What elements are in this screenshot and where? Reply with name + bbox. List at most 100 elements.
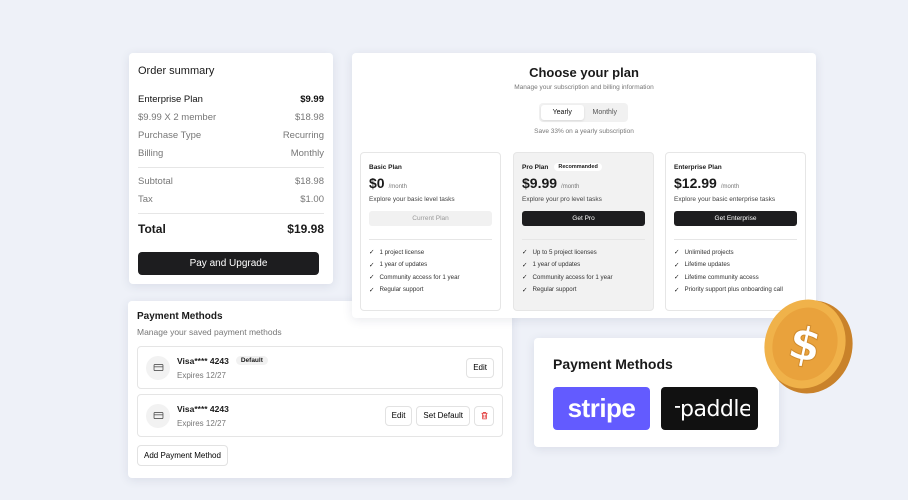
order-summary-card: Order summary Enterprise Plan $9.99 $9.9… bbox=[129, 53, 333, 284]
summary-label: Billing bbox=[138, 147, 164, 159]
providers-title: Payment Methods bbox=[553, 356, 673, 372]
tax-label: Tax bbox=[138, 193, 153, 205]
plans-subtitle: Manage your subscription and billing inf… bbox=[514, 84, 654, 91]
summary-label: Enterprise Plan bbox=[138, 93, 203, 105]
card-expiry: Expires 12/27 bbox=[177, 370, 226, 380]
plan-card-pro: Pro Plan Recommanded $9.99/month Explore … bbox=[513, 152, 654, 311]
check-icon: ✓ bbox=[522, 286, 528, 294]
dollar-coin-icon: $ bbox=[764, 299, 853, 394]
summary-value: Recurring bbox=[282, 129, 324, 141]
summary-row-purchase-type: Purchase Type Recurring bbox=[138, 126, 324, 144]
plan-feature: ✓ Regular support bbox=[369, 286, 424, 294]
check-icon: ✓ bbox=[369, 274, 375, 282]
divider bbox=[674, 239, 797, 240]
billing-period-toggle: Yearly Monthly bbox=[539, 103, 628, 122]
divider bbox=[138, 213, 324, 214]
check-icon: ✓ bbox=[674, 261, 680, 269]
summary-value: $9.99 bbox=[300, 93, 324, 105]
check-icon: ✓ bbox=[522, 274, 528, 282]
plan-feature: ✓ Regular support bbox=[522, 286, 577, 294]
check-icon: ✓ bbox=[674, 249, 680, 257]
divider bbox=[522, 239, 645, 240]
recommended-badge: Recommanded bbox=[554, 163, 602, 171]
plan-period: /month bbox=[720, 184, 740, 190]
plan-description: Explore your basic level tasks bbox=[369, 196, 455, 203]
plan-price: $12.99 bbox=[674, 175, 717, 191]
check-icon: ✓ bbox=[369, 286, 375, 294]
toggle-yearly[interactable]: Yearly bbox=[541, 105, 584, 120]
plan-price: $9.99 bbox=[522, 175, 558, 191]
check-icon: ✓ bbox=[674, 286, 680, 294]
plan-name: Enterprise Plan bbox=[674, 163, 722, 171]
summary-label: $9.99 X 2 member bbox=[138, 111, 217, 123]
credit-card-icon bbox=[146, 355, 170, 380]
summary-total: Total $19.98 bbox=[138, 218, 324, 240]
card-name: Visa**** 4243 bbox=[177, 355, 229, 366]
check-icon: ✓ bbox=[522, 249, 528, 257]
order-summary-title: Order summary bbox=[138, 65, 215, 77]
card-name: Visa**** 4243 bbox=[177, 403, 229, 414]
plan-feature: ✓ Unlimited projects bbox=[674, 248, 734, 257]
add-payment-method-button[interactable]: Add Payment Method bbox=[137, 445, 228, 466]
set-default-button[interactable]: Set Default bbox=[416, 405, 470, 426]
plan-feature: ✓ Community access for 1 year bbox=[522, 273, 613, 282]
saved-card-item: Visa**** 4243 Default Expires 12/27 Edit bbox=[137, 346, 503, 389]
edit-card-button[interactable]: Edit bbox=[384, 405, 413, 426]
check-icon: ✓ bbox=[369, 261, 375, 269]
check-icon: ✓ bbox=[522, 261, 528, 269]
plan-feature: ✓ 1 project license bbox=[369, 248, 425, 257]
summary-row-subtotal: Subtotal $18.98 bbox=[138, 172, 324, 190]
plan-feature: ✓ 1 year of updates bbox=[369, 261, 428, 269]
payment-methods-card: Payment Methods Manage your saved paymen… bbox=[128, 301, 512, 478]
summary-row-members: $9.99 X 2 member $18.98 bbox=[138, 108, 324, 126]
summary-row-billing: Billing Monthly bbox=[138, 144, 324, 162]
divider bbox=[138, 167, 324, 168]
subtotal-label: Subtotal bbox=[138, 175, 173, 187]
pay-and-upgrade-button[interactable]: Pay and Upgrade bbox=[138, 252, 319, 275]
stripe-logo: stripe bbox=[553, 387, 650, 430]
plan-description: Explore your pro level tasks bbox=[522, 196, 602, 203]
payment-methods-subtitle: Manage your saved payment methods bbox=[137, 327, 282, 337]
plan-name: Basic Plan bbox=[369, 163, 402, 171]
credit-card-icon bbox=[146, 403, 170, 428]
save-note: Save 33% on a yearly subscription bbox=[534, 128, 634, 135]
toggle-monthly[interactable]: Monthly bbox=[584, 105, 627, 120]
plan-period: /month bbox=[388, 184, 407, 190]
summary-row-plan: Enterprise Plan $9.99 bbox=[138, 90, 324, 108]
plans-title: Choose your plan bbox=[529, 65, 639, 80]
paddle-logo-text: paddle bbox=[680, 397, 750, 422]
divider bbox=[369, 239, 492, 240]
plan-card-enterprise: Enterprise Plan $12.99/month Explore you… bbox=[665, 152, 806, 311]
plan-price: $0 bbox=[369, 175, 385, 191]
summary-value: $18.98 bbox=[294, 111, 324, 123]
paddle-logo: paddle bbox=[661, 387, 758, 430]
subtotal-value: $18.98 bbox=[294, 175, 324, 187]
plan-feature: ✓ Community access for 1 year bbox=[369, 273, 460, 282]
get-pro-button[interactable]: Get Pro bbox=[522, 211, 645, 226]
saved-card-item: Visa**** 4243 Expires 12/27 Edit Set Def… bbox=[137, 394, 503, 437]
plan-feature: ✓ Lifetime updates bbox=[674, 261, 730, 269]
trash-icon bbox=[481, 412, 487, 420]
tax-value: $1.00 bbox=[300, 193, 324, 205]
payment-providers-card: Payment Methods stripe paddle bbox=[534, 338, 779, 447]
plan-card-basic: Basic Plan $0/month Explore your basic l… bbox=[360, 152, 501, 311]
check-icon: ✓ bbox=[369, 249, 375, 257]
edit-card-button[interactable]: Edit bbox=[466, 357, 494, 378]
summary-label: Purchase Type bbox=[138, 129, 202, 141]
total-label: Total bbox=[138, 222, 166, 236]
plan-description: Explore your basic enterprise tasks bbox=[674, 196, 776, 203]
get-enterprise-button[interactable]: Get Enterprise bbox=[674, 211, 797, 226]
plan-name: Pro Plan bbox=[522, 163, 549, 171]
total-value: $19.98 bbox=[287, 222, 324, 236]
summary-row-tax: Tax $1.00 bbox=[138, 190, 324, 208]
delete-card-button[interactable] bbox=[474, 405, 494, 426]
plan-feature: ✓ Lifetime community access bbox=[674, 273, 759, 282]
current-plan-button[interactable]: Current Plan bbox=[369, 211, 492, 226]
plan-feature: ✓ 1 year of updates bbox=[522, 261, 581, 269]
card-expiry: Expires 12/27 bbox=[177, 418, 226, 428]
choose-plan-card: Choose your plan Manage your subscriptio… bbox=[352, 53, 816, 318]
plan-feature: ✓ Up to 5 project licenses bbox=[522, 248, 597, 257]
check-icon: ✓ bbox=[674, 274, 680, 282]
summary-value: Monthly bbox=[290, 147, 324, 159]
plan-period: /month bbox=[561, 184, 580, 190]
